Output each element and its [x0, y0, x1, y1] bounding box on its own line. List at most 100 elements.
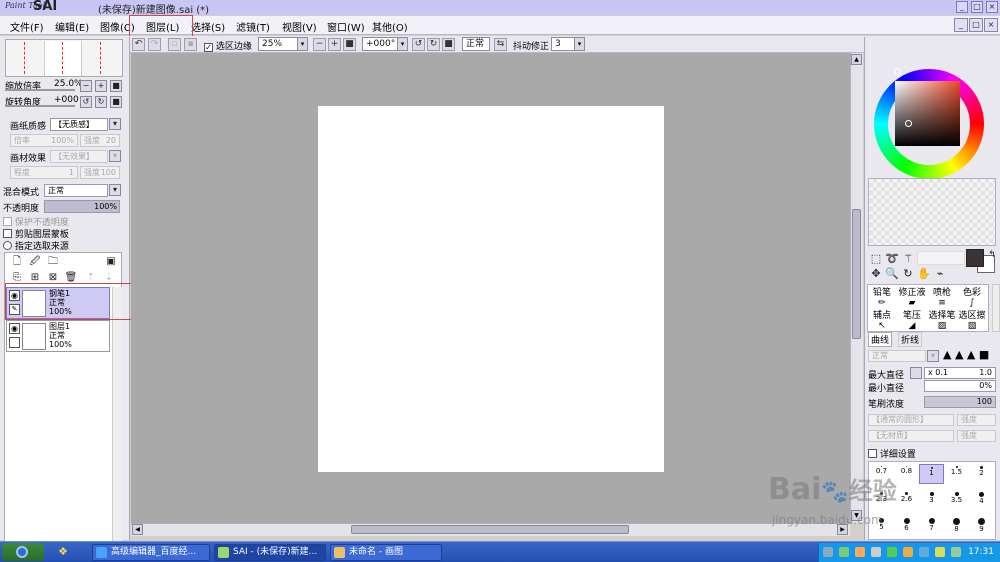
- scroll-left-arrow-icon[interactable]: ◀: [132, 524, 143, 535]
- brush-size-cell[interactable]: 1: [919, 464, 944, 484]
- swap-colors-icon[interactable]: ↰: [985, 248, 999, 262]
- paper-texture-select[interactable]: 【无质感】: [50, 118, 108, 131]
- menu-window[interactable]: 窗口(W): [327, 19, 365, 34]
- tray-icon[interactable]: [951, 547, 961, 557]
- eye-icon[interactable]: ◉: [9, 323, 20, 334]
- brush-tool-select-pen[interactable]: 选择笔 ▨: [927, 308, 957, 331]
- brush-shape-select[interactable]: 【通常的圆形】: [868, 414, 954, 426]
- zoom-input[interactable]: 25%: [258, 37, 298, 51]
- taskbar-item[interactable]: SAI - (未保存)新建...: [214, 544, 326, 561]
- material-effect-select[interactable]: 【无效果】: [50, 150, 108, 163]
- horizontal-scrollbar[interactable]: ◀ ▶: [131, 523, 850, 536]
- tray-icon[interactable]: [855, 547, 865, 557]
- brush-blend-dropdown-icon[interactable]: ▾: [927, 350, 939, 362]
- paper-texture-dropdown-icon[interactable]: ▾: [109, 118, 121, 130]
- move-icon[interactable]: ✥: [869, 267, 883, 281]
- rotate-tool-icon[interactable]: ↻: [901, 267, 915, 281]
- opacity-slider[interactable]: 100%: [44, 200, 120, 213]
- nav-rotate-reset-button[interactable]: ■: [110, 96, 122, 108]
- primary-color-swatch[interactable]: [966, 249, 984, 267]
- paper-scale-field[interactable]: 倍率 100%: [10, 134, 78, 147]
- brush-tool-pressure[interactable]: 笔压 ◢: [897, 308, 927, 331]
- canvas-area[interactable]: [131, 53, 850, 523]
- brush-size-cell[interactable]: 2.6: [894, 490, 919, 510]
- zoom-out-button[interactable]: −: [313, 38, 326, 51]
- brush-size-cell[interactable]: 3.5: [944, 490, 969, 510]
- taskbar-item[interactable]: 未命名 - 画图: [330, 544, 442, 561]
- magic-wand-icon[interactable]: ⚚: [901, 252, 915, 266]
- detail-settings-option[interactable]: 详细设置: [868, 447, 916, 460]
- undo-button[interactable]: ↶: [132, 38, 145, 51]
- hand-icon[interactable]: ✋: [917, 267, 931, 281]
- brush-size-cell[interactable]: 6: [894, 516, 919, 536]
- zoom-reset-button[interactable]: ■: [343, 38, 356, 51]
- nav-rotate-left-button[interactable]: ↺: [80, 96, 92, 108]
- canvas-paper[interactable]: [318, 106, 664, 472]
- brush-texture-select[interactable]: 【无材质】: [868, 430, 954, 442]
- brush-size-cell[interactable]: 8: [944, 516, 969, 536]
- blend-mode-dropdown-icon[interactable]: ▾: [109, 184, 121, 196]
- detail-settings-checkbox[interactable]: [868, 449, 877, 458]
- flip-horizontal-button[interactable]: ⇆: [494, 38, 507, 51]
- rotate-right-button[interactable]: ↻: [427, 38, 440, 51]
- max-diameter-field[interactable]: x 0.1 1.0: [924, 367, 996, 379]
- zoom-in-button[interactable]: +: [328, 38, 341, 51]
- blend-mode-select[interactable]: 正常: [44, 184, 108, 197]
- protect-opacity-checkbox[interactable]: [3, 217, 12, 226]
- eyedropper-icon[interactable]: ⌁: [933, 267, 947, 281]
- nav-zoom-in-button[interactable]: +: [95, 80, 107, 92]
- selection-edge-checkbox[interactable]: ✓: [204, 43, 213, 52]
- canvas-blend-select[interactable]: 正常: [462, 37, 490, 51]
- rect-select-icon[interactable]: ⬚: [869, 252, 883, 266]
- brush-size-cell[interactable]: 4: [969, 490, 994, 510]
- clock[interactable]: 17:31: [968, 547, 994, 557]
- doc-close-button[interactable]: ×: [984, 18, 998, 32]
- tray-icon[interactable]: [823, 547, 833, 557]
- tray-icon[interactable]: [919, 547, 929, 557]
- stabilizer-dropdown[interactable]: ▾: [574, 37, 585, 51]
- max-diameter-range-button[interactable]: [910, 367, 922, 379]
- new-folder-icon[interactable]: 🗀: [46, 255, 60, 269]
- navigator-preview[interactable]: [5, 39, 123, 77]
- brush-size-cell[interactable]: 0.8: [894, 464, 919, 484]
- brush-tool-correction[interactable]: 修正液 ▰: [897, 285, 927, 308]
- menu-filter[interactable]: 滤镜(T): [236, 19, 270, 34]
- menu-select[interactable]: 选择(S): [191, 19, 225, 34]
- material-strength-field[interactable]: 强度 100: [80, 166, 120, 179]
- invert-selection-button[interactable]: ▪: [184, 38, 197, 51]
- selection-edge-toggle[interactable]: ✓ 选区边缘: [204, 39, 252, 52]
- tray-icon[interactable]: [871, 547, 881, 557]
- quicklaunch-icon[interactable]: ❖: [56, 545, 70, 559]
- brush-tool-pencil[interactable]: 铅笔 ✏: [867, 285, 897, 308]
- maximize-button[interactable]: □: [971, 1, 983, 13]
- brush-tab-curve[interactable]: 曲线: [868, 332, 893, 347]
- start-button[interactable]: [2, 543, 44, 561]
- tray-icon[interactable]: [887, 547, 897, 557]
- brush-size-cell[interactable]: 9: [969, 516, 994, 536]
- tray-icon[interactable]: [839, 547, 849, 557]
- layer-scrollbar[interactable]: [112, 287, 122, 543]
- horizontal-scroll-thumb[interactable]: [351, 525, 629, 534]
- zoom-dropdown[interactable]: ▾: [297, 37, 308, 51]
- brush-size-cell[interactable]: 3: [919, 490, 944, 510]
- tray-icon[interactable]: [903, 547, 913, 557]
- brush-tool-color[interactable]: 色彩 ∫: [957, 285, 987, 308]
- material-degree-field[interactable]: 程度 1: [10, 166, 78, 179]
- nav-zoom-out-button[interactable]: −: [80, 80, 92, 92]
- taskbar-item[interactable]: 高级编辑器_百度经...: [92, 544, 210, 561]
- layer-mask-icon[interactable]: ▣: [104, 255, 118, 269]
- menu-other[interactable]: 其他(O): [372, 19, 408, 34]
- minimize-button[interactable]: _: [956, 1, 968, 13]
- min-diameter-field[interactable]: 0%: [924, 380, 996, 392]
- zoom-slider[interactable]: [5, 89, 75, 91]
- brush-texture-strength[interactable]: 强度: [957, 430, 996, 442]
- menu-edit[interactable]: 编辑(E): [55, 19, 89, 34]
- new-layer-icon[interactable]: 🗋: [10, 255, 24, 269]
- brush-size-cell[interactable]: 7: [919, 516, 944, 536]
- vertical-scrollbar[interactable]: ▲ ▼: [850, 53, 863, 523]
- redo-button[interactable]: ↷: [148, 38, 161, 51]
- brush-tool-select-eraser[interactable]: 选区擦 ▧: [957, 308, 987, 331]
- brush-size-cell[interactable]: 1.5: [944, 464, 969, 484]
- doc-maximize-button[interactable]: □: [969, 18, 983, 32]
- brush-tab-polyline[interactable]: 折线: [898, 332, 923, 347]
